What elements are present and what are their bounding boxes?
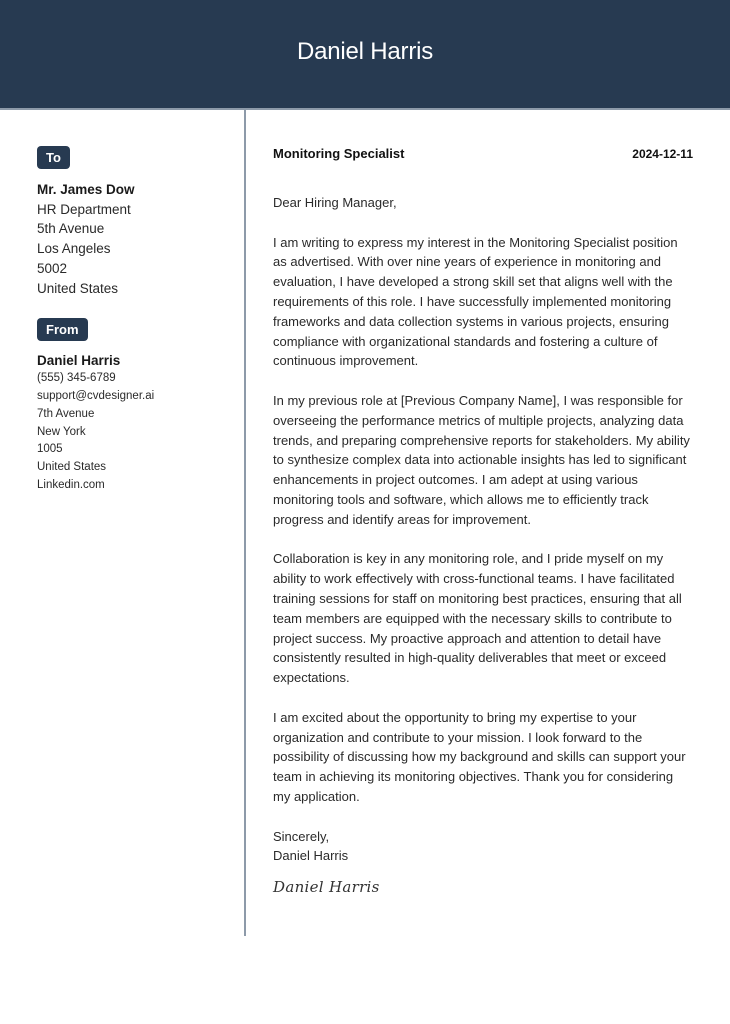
sender-phone: (555) 345-6789 bbox=[37, 372, 116, 385]
header-name: Daniel Harris bbox=[296, 38, 434, 65]
letter-paragraph: Collaboration is key in any monitoring r… bbox=[273, 551, 682, 686]
letter-paragraph: I am writing to express my interest in t… bbox=[273, 234, 678, 369]
sender-section: From Daniel Harris (555) 345-6789 suppor… bbox=[37, 318, 232, 495]
closing-salutation: Sincerely, bbox=[273, 828, 330, 844]
sender-country: United States bbox=[37, 461, 107, 474]
sender-city: New York bbox=[37, 425, 86, 438]
letter-paragraph: I am excited about the opportunity to br… bbox=[273, 709, 686, 804]
closing-name: Daniel Harris bbox=[273, 848, 349, 864]
sender-postal-code: 1005 bbox=[37, 443, 63, 456]
signature: Daniel Harris bbox=[273, 878, 380, 897]
greeting: Dear Hiring Manager, bbox=[273, 195, 397, 210]
sender-name: Daniel Harris bbox=[37, 353, 121, 369]
to-badge: To bbox=[37, 146, 70, 169]
letter-date: 2024-12-11 bbox=[632, 147, 693, 161]
recipient-section: To Mr. James Dow HR Department 5th Avenu… bbox=[37, 146, 232, 298]
recipient-postal-code: 5002 bbox=[37, 260, 68, 276]
recipient-street: 5th Avenue bbox=[37, 221, 105, 237]
letter-body: Monitoring Specialist 2024-12-11 Dear Hi… bbox=[273, 146, 693, 896]
closing: Sincerely, Daniel Harris bbox=[273, 827, 693, 867]
job-title: Monitoring Specialist bbox=[273, 146, 405, 161]
sender-street: 7th Avenue bbox=[37, 407, 95, 420]
recipient-city: Los Angeles bbox=[37, 241, 111, 257]
sender-linkedin: Linkedin.com bbox=[37, 479, 105, 491]
column-divider bbox=[244, 110, 246, 936]
recipient-country: United States bbox=[37, 280, 119, 296]
sender-email: support@cvdesigner.ai bbox=[37, 390, 155, 403]
sidebar: To Mr. James Dow HR Department 5th Avenu… bbox=[37, 146, 232, 495]
from-badge: From bbox=[37, 318, 88, 342]
recipient-department: HR Department bbox=[37, 201, 131, 217]
recipient-name: Mr. James Dow bbox=[37, 182, 135, 197]
letter-paragraph: In my previous role at [Previous Company… bbox=[273, 392, 690, 527]
letter-title-row: Monitoring Specialist 2024-12-11 bbox=[273, 146, 693, 166]
page-header: Daniel Harris bbox=[0, 0, 730, 110]
